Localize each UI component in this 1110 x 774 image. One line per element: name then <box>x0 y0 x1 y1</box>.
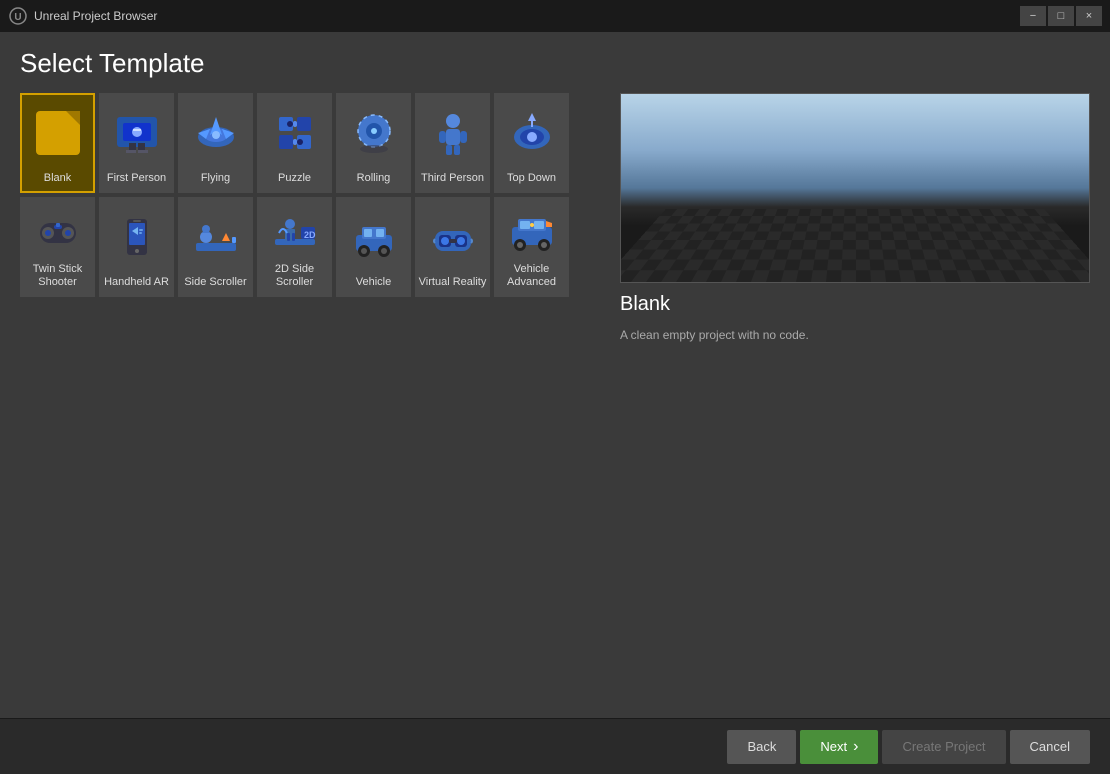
preview-image <box>620 93 1090 283</box>
template-puzzle[interactable]: Puzzle <box>257 93 332 193</box>
svg-text:2D: 2D <box>304 230 316 240</box>
2d-side-scroller-icon: 2D <box>271 207 319 255</box>
template-grid: Blank <box>20 89 600 301</box>
svg-text:U: U <box>14 12 21 23</box>
template-rolling-icon-area <box>338 95 409 172</box>
template-blank-icon-area <box>22 95 93 172</box>
template-first-person-label: First Person <box>107 172 166 185</box>
template-vehicle-advanced-icon-area <box>496 199 567 263</box>
vehicle-icon <box>350 213 398 261</box>
vehicle-advanced-icon <box>508 207 556 255</box>
template-twin-stick-icon-area <box>22 199 93 263</box>
rolling-icon <box>350 109 398 157</box>
template-side-scroller-icon-area <box>180 199 251 276</box>
third-person-icon <box>429 109 477 157</box>
title-bar-left: U Unreal Project Browser <box>8 6 157 26</box>
first-person-icon <box>113 109 161 157</box>
template-third-person[interactable]: Third Person <box>415 93 490 193</box>
template-vehicle-advanced-label: Vehicle Advanced <box>496 263 567 289</box>
template-first-person[interactable]: First Person <box>99 93 174 193</box>
template-handheld-ar-label: Handheld AR <box>104 276 169 289</box>
template-vehicle[interactable]: Vehicle <box>336 197 411 297</box>
preview-ground <box>620 209 1090 282</box>
virtual-reality-icon <box>429 213 477 261</box>
template-2d-side-scroller[interactable]: 2D 2D Side Scroller <box>257 197 332 297</box>
create-project-button: Create Project <box>882 730 1005 764</box>
back-button[interactable]: Back <box>727 730 796 764</box>
title-bar-controls: − □ × <box>1020 6 1102 26</box>
window-title: Unreal Project Browser <box>34 9 157 23</box>
template-virtual-reality-label: Virtual Reality <box>419 276 487 289</box>
template-top-down-icon-area <box>496 95 567 172</box>
next-arrow: › <box>853 738 858 756</box>
content-area: Blank <box>0 89 1110 718</box>
title-bar: U Unreal Project Browser − □ × <box>0 0 1110 32</box>
template-puzzle-icon-area <box>259 95 330 172</box>
template-2d-side-scroller-label: 2D Side Scroller <box>259 263 330 289</box>
template-blank-label: Blank <box>44 172 72 185</box>
side-scroller-icon <box>192 213 240 261</box>
next-button[interactable]: Next › <box>800 730 878 764</box>
page-header: Select Template <box>0 32 1110 89</box>
puzzle-icon <box>271 109 319 157</box>
template-blank[interactable]: Blank <box>20 93 95 193</box>
template-virtual-reality[interactable]: Virtual Reality <box>415 197 490 297</box>
template-grid-container: Blank <box>20 89 600 718</box>
template-rolling[interactable]: Rolling <box>336 93 411 193</box>
template-flying-icon-area <box>180 95 251 172</box>
handheld-ar-icon <box>113 213 161 261</box>
template-handheld-ar-icon-area <box>101 199 172 276</box>
preview-panel: Blank A clean empty project with no code… <box>620 89 1090 718</box>
cancel-button[interactable]: Cancel <box>1010 730 1090 764</box>
template-first-person-icon-area <box>101 95 172 172</box>
next-label: Next <box>820 739 847 754</box>
template-third-person-icon-area <box>417 95 488 172</box>
main-content: Select Template Blank <box>0 32 1110 774</box>
page-title: Select Template <box>20 48 1090 79</box>
template-flying-label: Flying <box>201 172 230 185</box>
restore-button[interactable]: □ <box>1048 6 1074 26</box>
preview-title: Blank <box>620 293 1090 316</box>
template-puzzle-label: Puzzle <box>278 172 311 185</box>
template-vehicle-icon-area <box>338 199 409 276</box>
bottom-bar: Back Next › Create Project Cancel <box>0 718 1110 774</box>
template-rolling-label: Rolling <box>357 172 391 185</box>
template-side-scroller[interactable]: Side Scroller <box>178 197 253 297</box>
template-vehicle-label: Vehicle <box>356 276 391 289</box>
preview-description: A clean empty project with no code. <box>620 326 1090 344</box>
template-vehicle-advanced[interactable]: Vehicle Advanced <box>494 197 569 297</box>
minimize-button[interactable]: − <box>1020 6 1046 26</box>
template-2d-side-scroller-icon-area: 2D <box>259 199 330 263</box>
template-flying[interactable]: Flying <box>178 93 253 193</box>
template-handheld-ar[interactable]: Handheld AR <box>99 197 174 297</box>
template-third-person-label: Third Person <box>421 172 484 185</box>
template-twin-stick-label: Twin Stick Shooter <box>22 263 93 289</box>
close-button[interactable]: × <box>1076 6 1102 26</box>
template-top-down-label: Top Down <box>507 172 556 185</box>
template-virtual-reality-icon-area <box>417 199 488 276</box>
template-top-down[interactable]: Top Down <box>494 93 569 193</box>
blank-icon <box>36 111 80 155</box>
top-down-icon <box>508 109 556 157</box>
twin-stick-icon <box>34 207 82 255</box>
app-logo: U <box>8 6 28 26</box>
template-side-scroller-label: Side Scroller <box>184 276 246 289</box>
template-twin-stick[interactable]: Twin Stick Shooter <box>20 197 95 297</box>
flying-icon <box>192 109 240 157</box>
